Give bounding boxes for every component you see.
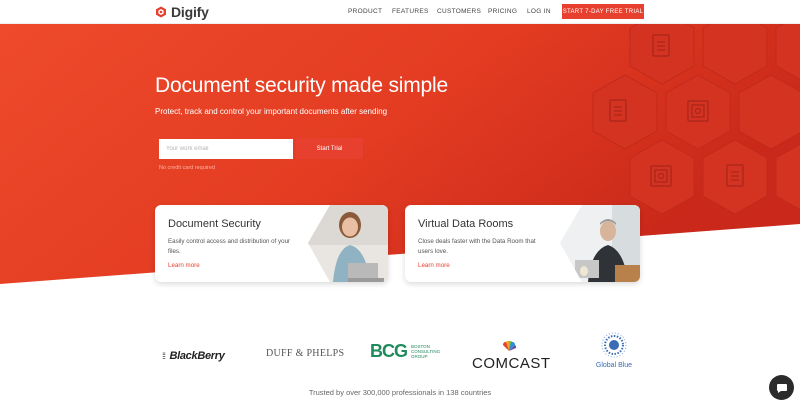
chat-widget-button[interactable]	[769, 375, 794, 400]
chat-icon	[776, 383, 787, 393]
blackberry-text: BlackBerry	[169, 350, 225, 362]
globe-burst-icon	[601, 332, 627, 358]
woman-with-laptop-photo	[308, 205, 388, 282]
global-blue-text: Global Blue	[595, 362, 633, 369]
hero-title: Document security made simple	[155, 74, 448, 97]
card-title: Virtual Data Rooms	[418, 218, 514, 230]
bcg-logo: BCG BOSTON CONSULTING GROUP	[370, 341, 440, 362]
card-description: Easily control access and distribution o…	[168, 238, 291, 255]
digify-logo-icon	[156, 6, 166, 18]
nav-login[interactable]: LOG IN	[527, 8, 551, 15]
nav-product[interactable]: PRODUCT	[348, 8, 382, 15]
bcg-line-3: GROUP	[411, 354, 428, 359]
customer-logos: ⁞⁞ BlackBerry DUFF & PHELPS BCG BOSTON C…	[0, 330, 800, 380]
virtual-data-rooms-card[interactable]: Virtual Data Rooms Close deals faster wi…	[405, 205, 640, 282]
digify-logo[interactable]: Digify	[155, 4, 209, 20]
comcast-text: COMCAST	[472, 355, 551, 372]
nbc-peacock-icon	[502, 340, 517, 351]
start-trial-button[interactable]: Start Trial	[296, 138, 363, 159]
blackberry-mark-icon: ⁞⁞	[162, 351, 166, 361]
global-blue-logo: Global Blue	[594, 332, 634, 369]
nav-customers[interactable]: CUSTOMERS	[437, 8, 481, 15]
learn-more-link[interactable]: Learn more	[168, 262, 200, 269]
bcg-wordmark: BOSTON CONSULTING GROUP	[411, 344, 440, 359]
card-title: Document Security	[168, 218, 261, 230]
nav-pricing[interactable]: PRICING	[488, 8, 517, 15]
comcast-logo: COMCAST	[472, 338, 551, 372]
trusted-by-text: Trusted by over 300,000 professionals in…	[308, 388, 492, 397]
nav-features[interactable]: FEATURES	[392, 8, 429, 15]
duff-phelps-logo: DUFF & PHELPS	[266, 348, 345, 359]
work-email-input[interactable]	[159, 139, 293, 159]
no-credit-card-note: No credit card required	[159, 165, 215, 171]
man-at-laptop-photo	[560, 205, 640, 282]
top-navbar: Digify PRODUCT FEATURES CUSTOMERS PRICIN…	[0, 0, 800, 24]
free-trial-button[interactable]: START 7-DAY FREE TRIAL	[562, 4, 644, 19]
blackberry-logo: ⁞⁞ BlackBerry	[162, 346, 225, 364]
document-security-card[interactable]: Document Security Easily control access …	[155, 205, 388, 282]
hero-subtitle: Protect, track and control your importan…	[155, 107, 388, 116]
brand-name: Digify	[171, 4, 209, 20]
learn-more-link[interactable]: Learn more	[418, 262, 450, 269]
card-description: Close deals faster with the Data Room th…	[418, 238, 536, 255]
bcg-mark: BCG	[370, 341, 408, 361]
hero-section: Document security made simple Protect, t…	[0, 9, 800, 284]
